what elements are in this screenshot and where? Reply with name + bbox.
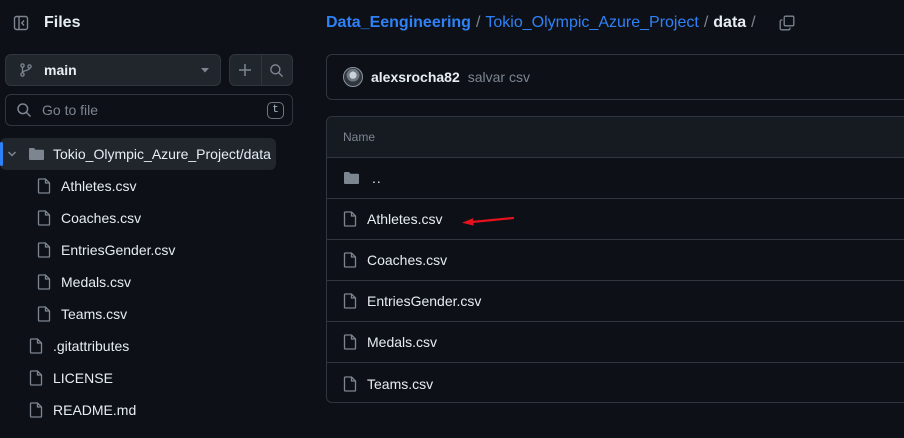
folder-icon xyxy=(29,148,44,160)
file-icon xyxy=(343,293,357,309)
tree-item-file[interactable]: Teams.csv xyxy=(0,298,306,330)
file-icon xyxy=(37,274,51,290)
branch-selector-button[interactable]: main xyxy=(5,54,221,86)
triangle-down-icon xyxy=(201,68,209,73)
file-icon xyxy=(37,178,51,194)
tree-item-file[interactable]: README.md xyxy=(0,394,306,426)
table-row[interactable]: EntriesGender.csv xyxy=(327,281,904,322)
tree-item-label: Teams.csv xyxy=(61,306,128,322)
copy-path-button[interactable] xyxy=(777,13,797,33)
parent-directory-link[interactable]: .. xyxy=(372,170,382,186)
copy-icon xyxy=(779,15,795,31)
sidebar-actions xyxy=(229,54,293,86)
file-icon xyxy=(37,210,51,226)
file-link[interactable]: Coaches.csv xyxy=(367,252,447,268)
tree-item-file[interactable]: Athletes.csv xyxy=(0,170,306,202)
file-icon xyxy=(37,242,51,258)
avatar[interactable] xyxy=(343,67,363,87)
tree-item-folder[interactable]: Tokio_Olympic_Azure_Project/data xyxy=(0,138,276,170)
tree-item-file[interactable]: Medals.csv xyxy=(0,266,306,298)
folder-icon xyxy=(344,172,359,184)
branch-name: main xyxy=(44,62,77,78)
sidebar-title: Files xyxy=(44,14,81,31)
go-to-file-input[interactable] xyxy=(42,102,267,118)
file-tree-sidebar: Files main Go to file t Tokio_Olympic_Az… xyxy=(0,0,306,438)
tree-item-file[interactable]: EntriesGender.csv xyxy=(0,234,306,266)
file-icon xyxy=(37,306,51,322)
chevron-down-icon[interactable] xyxy=(6,148,18,160)
breadcrumb: Data_Eengineering / Tokio_Olympic_Azure_… xyxy=(326,12,797,34)
tree-item-file[interactable]: LICENSE xyxy=(0,362,306,394)
breadcrumb-separator: / xyxy=(751,14,756,31)
add-file-button[interactable] xyxy=(230,55,261,85)
breadcrumb-current: data xyxy=(713,14,747,31)
file-link[interactable]: Medals.csv xyxy=(367,334,437,350)
tree-item-label: Athletes.csv xyxy=(61,178,137,194)
commit-message[interactable]: salvar csv xyxy=(468,69,530,85)
collapse-sidebar-button[interactable] xyxy=(6,8,36,38)
file-link[interactable]: Athletes.csv xyxy=(367,211,442,227)
tree-item-file[interactable]: .gitattributes xyxy=(0,330,306,362)
tree-item-file[interactable]: Coaches.csv xyxy=(0,202,306,234)
breadcrumb-repo-link[interactable]: Data_Eengineering xyxy=(326,14,471,32)
commit-author[interactable]: alexsrocha82 xyxy=(371,69,460,85)
search-code-button[interactable] xyxy=(260,55,292,85)
tree-item-label: Tokio_Olympic_Azure_Project/data xyxy=(53,146,271,162)
file-icon xyxy=(343,334,357,350)
file-link[interactable]: EntriesGender.csv xyxy=(367,293,481,309)
annotation-arrow-icon xyxy=(462,216,515,226)
column-name-header: Name xyxy=(343,130,376,144)
tree-item-label: Medals.csv xyxy=(61,274,132,290)
tree-item-label: README.md xyxy=(53,402,137,418)
file-icon xyxy=(343,211,357,227)
git-branch-icon xyxy=(20,63,32,77)
parent-directory-row[interactable]: .. xyxy=(327,158,904,199)
latest-commit-bar: alexsrocha82 salvar csv xyxy=(326,54,904,100)
file-icon xyxy=(29,338,43,354)
table-row[interactable]: Medals.csv xyxy=(327,322,904,363)
sidebar-header: Files xyxy=(6,7,80,39)
directory-listing: Name .. Athletes.csv Coaches.csv Entries… xyxy=(326,116,904,403)
file-icon xyxy=(343,375,357,392)
tree-item-label: EntriesGender.csv xyxy=(61,242,176,258)
breadcrumb-folder-link[interactable]: Tokio_Olympic_Azure_Project xyxy=(485,14,698,32)
search-icon xyxy=(270,63,284,77)
breadcrumb-separator: / xyxy=(475,14,481,31)
breadcrumb-separator: / xyxy=(703,14,709,31)
tree-item-label: .gitattributes xyxy=(53,338,130,354)
sidebar-collapse-icon xyxy=(13,15,29,31)
table-header: Name xyxy=(327,117,904,158)
file-link[interactable]: Teams.csv xyxy=(367,376,433,392)
file-tree: Tokio_Olympic_Azure_Project/data Athlete… xyxy=(0,138,306,426)
table-row[interactable]: Teams.csv xyxy=(327,363,904,402)
plus-icon xyxy=(239,64,252,76)
tree-item-label: LICENSE xyxy=(53,370,113,386)
tree-item-label: Coaches.csv xyxy=(61,210,142,226)
file-icon xyxy=(29,402,43,418)
file-icon xyxy=(343,252,357,268)
file-icon xyxy=(29,370,43,386)
go-to-file-field[interactable]: t xyxy=(5,94,293,126)
search-icon xyxy=(17,103,32,118)
table-row[interactable]: Athletes.csv xyxy=(327,199,904,240)
keyboard-shortcut-hint: t xyxy=(267,101,284,119)
table-row[interactable]: Coaches.csv xyxy=(327,240,904,281)
